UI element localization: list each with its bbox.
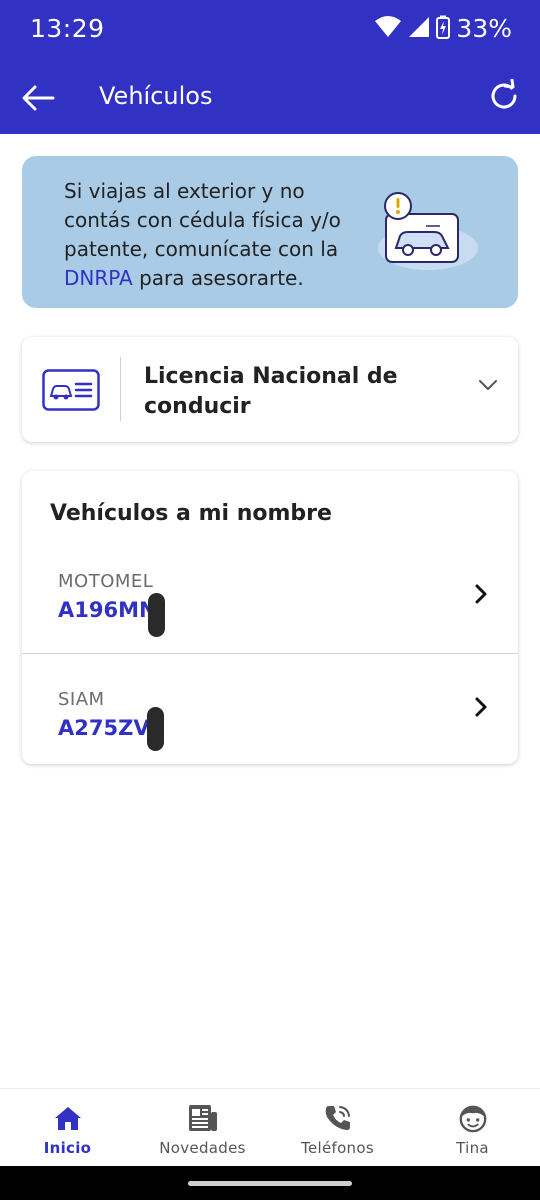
bottom-navigation: Inicio Novedades Teléfonos Tina — [0, 1088, 540, 1166]
arrow-left-icon — [22, 85, 55, 111]
wifi-icon — [374, 15, 402, 43]
license-card-icon — [42, 369, 100, 411]
license-card[interactable]: Licencia Nacional de conducir — [22, 337, 518, 442]
status-time: 13:29 — [30, 14, 105, 43]
refresh-icon — [491, 79, 517, 109]
section-title: Vehículos a mi nombre — [50, 501, 332, 526]
banner-text: Si viajas al exterior y no contás con cé… — [64, 177, 364, 293]
nav-label: Tina — [456, 1139, 489, 1157]
status-bar: 13:29 33% — [0, 0, 540, 62]
nav-item-telefonos[interactable]: Teléfonos — [270, 1089, 405, 1166]
tina-avatar-icon — [458, 1103, 488, 1133]
back-button[interactable] — [18, 78, 58, 118]
nav-item-novedades[interactable]: Novedades — [135, 1089, 270, 1166]
info-banner: Si viajas al exterior y no contás con cé… — [22, 156, 518, 308]
banner-text-part: para asesorarte. — [132, 266, 304, 290]
vehicle-plate: A275ZV — [58, 716, 150, 740]
redaction-mark — [148, 593, 165, 637]
vehicle-brand: MOTOMEL — [58, 571, 154, 592]
nav-label: Inicio — [43, 1139, 92, 1157]
status-icons: 33% — [374, 14, 512, 43]
chevron-down-icon[interactable] — [478, 379, 498, 391]
divider — [120, 357, 121, 421]
nav-label: Teléfonos — [301, 1139, 374, 1157]
battery-charging-icon — [436, 15, 451, 43]
system-navigation-bar — [0, 1166, 540, 1200]
banner-text-part: Si viajas al exterior y no contás con cé… — [64, 179, 341, 261]
battery-percentage: 33% — [456, 14, 512, 43]
chevron-right-icon — [475, 584, 487, 604]
nav-label: Novedades — [159, 1139, 246, 1157]
car-warning-illustration-icon — [378, 192, 478, 270]
license-title: Licencia Nacional de conducir — [144, 364, 398, 419]
vehicle-plate: A196MN — [58, 598, 157, 622]
chevron-right-icon — [475, 697, 487, 717]
dnrpa-link[interactable]: DNRPA — [64, 266, 133, 290]
signal-icon — [408, 15, 430, 43]
app-bar: Vehículos — [0, 62, 540, 134]
nav-item-inicio[interactable]: Inicio — [0, 1089, 135, 1166]
gesture-handle[interactable] — [188, 1181, 352, 1186]
newspaper-icon — [188, 1103, 218, 1133]
vehicles-card: Vehículos a mi nombre MOTOMEL A196MN SIA… — [22, 471, 518, 764]
vehicle-item[interactable]: SIAM A275ZV — [22, 653, 518, 765]
vehicle-item[interactable]: MOTOMEL A196MN — [22, 541, 518, 653]
redaction-mark — [147, 707, 164, 751]
nav-item-tina[interactable]: Tina — [405, 1089, 540, 1166]
home-icon — [53, 1103, 83, 1133]
phone-icon — [323, 1103, 353, 1133]
refresh-button[interactable] — [484, 76, 524, 116]
vehicle-brand: SIAM — [58, 689, 105, 710]
page-title: Vehículos — [99, 82, 213, 110]
